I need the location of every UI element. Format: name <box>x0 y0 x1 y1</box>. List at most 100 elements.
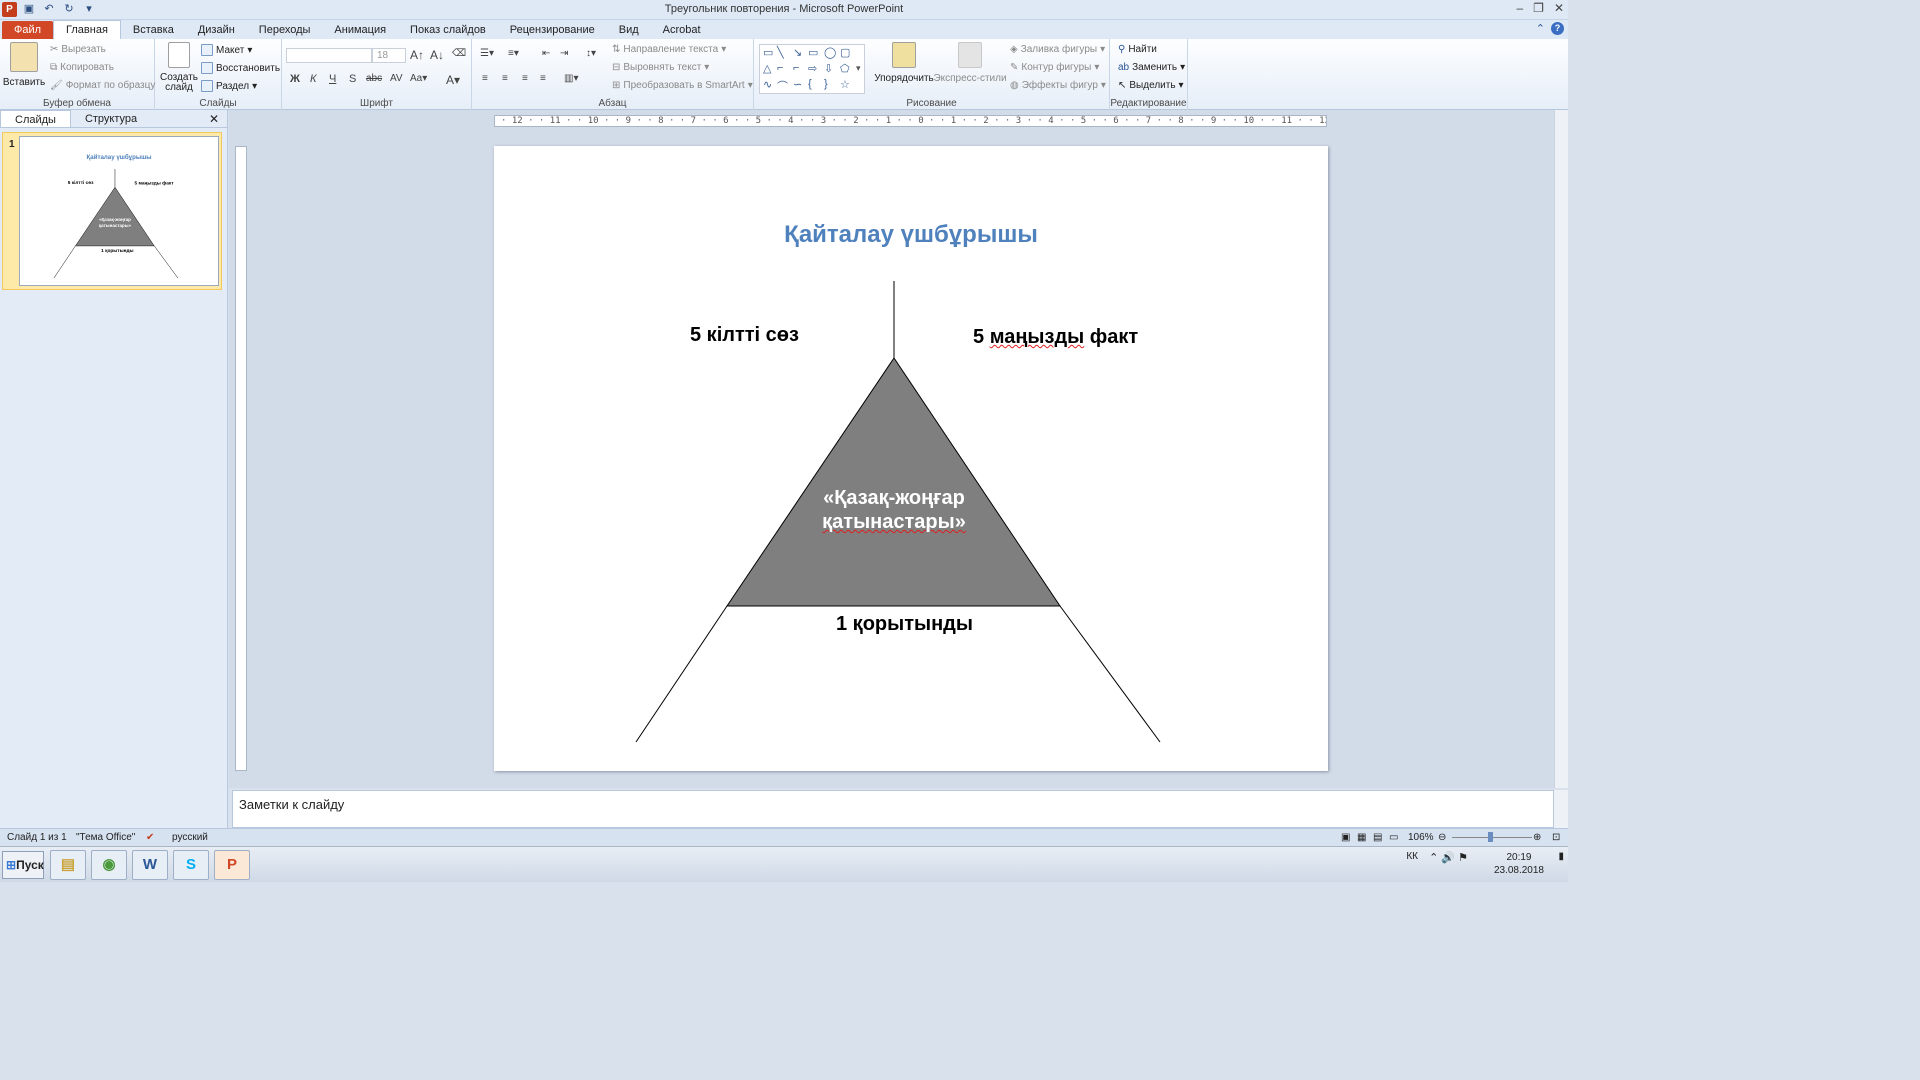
align-right-icon[interactable]: ≡ <box>522 73 528 84</box>
tab-slides[interactable]: Слайды <box>0 110 71 127</box>
slide-thumbnail-row[interactable]: 1 Қайталау үшбұрышы 5 кілтті сөз 5 маңыз… <box>2 132 222 290</box>
shape-fill-button[interactable]: ◈ Заливка фигуры ▾ <box>1010 44 1105 55</box>
language-indicator[interactable]: русский <box>172 832 208 843</box>
columns-icon[interactable]: ▥▾ <box>564 73 578 84</box>
normal-view-icon[interactable]: ▣ <box>1341 832 1350 843</box>
connector-icon[interactable]: ⌐ <box>793 62 799 74</box>
slide-notes-field[interactable]: Заметки к слайду <box>232 790 1554 828</box>
tab-acrobat[interactable]: Acrobat <box>651 21 713 39</box>
bullets-icon[interactable]: ☰▾ <box>480 48 494 59</box>
line-shape-icon[interactable]: ╲ <box>777 46 784 59</box>
new-slide-button[interactable]: Создать слайд <box>159 42 199 93</box>
clear-format-icon[interactable]: ⌫ <box>452 48 466 59</box>
chrome-taskbar-icon[interactable]: ◉ <box>91 850 127 880</box>
shape-outline-button[interactable]: ✎ Контур фигуры ▾ <box>1010 62 1099 73</box>
slide-canvas[interactable]: Қайталау үшбұрышы 5 кілтті сөз 5 маңызды… <box>494 146 1328 771</box>
tab-outline[interactable]: Структура <box>71 110 151 127</box>
font-color-icon[interactable]: A▾ <box>446 73 460 87</box>
slide-thumbnail[interactable]: Қайталау үшбұрышы 5 кілтті сөз 5 маңызды… <box>19 136 219 286</box>
freeform-shape-icon[interactable]: ⬠ <box>840 62 850 75</box>
spellcheck-icon[interactable]: ✔ <box>146 832 154 843</box>
zoom-level[interactable]: 106% <box>1408 832 1434 843</box>
bold-button[interactable]: Ж <box>290 73 300 85</box>
tray-icons[interactable]: ⌃ 🔊 ⚑ <box>1429 851 1468 864</box>
strikethrough-icon[interactable]: abc <box>366 73 382 84</box>
word-taskbar-icon[interactable]: W <box>132 850 168 880</box>
format-painter-button[interactable]: 🖌 Формат по образцу <box>50 80 155 91</box>
tab-view[interactable]: Вид <box>607 21 651 39</box>
curve-shape-icon[interactable]: ∿ <box>763 78 772 91</box>
reading-view-icon[interactable]: ▤ <box>1373 832 1382 843</box>
reset-button[interactable]: Восстановить <box>201 62 280 74</box>
zoom-slider-thumb[interactable] <box>1488 832 1493 842</box>
decrease-indent-icon[interactable]: ⇤ <box>542 48 550 59</box>
align-text-button[interactable]: ⊟ Выровнять текст ▾ <box>612 62 709 73</box>
change-case-icon[interactable]: Aa▾ <box>410 73 427 84</box>
repetition-triangle[interactable] <box>726 357 1061 607</box>
quick-styles-button[interactable]: Экспресс-стили <box>933 42 1007 84</box>
tab-file[interactable]: Файл <box>2 21 54 39</box>
underline-button[interactable]: Ч <box>329 73 336 85</box>
shrink-font-icon[interactable]: A↓ <box>430 48 444 62</box>
arrow-line-shape-icon[interactable]: ↘ <box>793 46 802 59</box>
minimize-ribbon-icon[interactable]: ⌃ <box>1536 22 1545 35</box>
tab-transitions[interactable]: Переходы <box>247 21 323 39</box>
triangle-topic-text[interactable]: «Қазақ-жоңғар қатынастары» <box>794 486 994 534</box>
right-base-line[interactable] <box>1059 605 1161 743</box>
triangle-shape-icon[interactable]: △ <box>763 62 771 75</box>
conclusion-label[interactable]: 1 қорытынды <box>836 613 973 636</box>
increase-indent-icon[interactable]: ⇥ <box>560 48 568 59</box>
show-desktop-icon[interactable]: ▮ <box>1558 851 1564 862</box>
horizontal-ruler[interactable]: · 12 · · 11 · · 10 · · 9 · · 8 · · 7 · ·… <box>494 115 1327 127</box>
keyboard-language[interactable]: КК <box>1406 851 1418 862</box>
paste-button[interactable]: Вставить <box>3 42 45 88</box>
minimize-icon[interactable]: – <box>1516 1 1523 15</box>
replace-button[interactable]: ab Заменить ▾ <box>1118 62 1185 73</box>
tab-slideshow[interactable]: Показ слайдов <box>398 21 498 39</box>
italic-button[interactable]: К <box>310 73 316 85</box>
font-size-box[interactable]: 18 <box>372 48 406 63</box>
gallery-more-icon[interactable]: ▾ <box>856 63 861 74</box>
theme-name[interactable]: "Тема Office" <box>76 832 135 843</box>
left-brace-shape-icon[interactable]: { <box>808 78 812 90</box>
start-button[interactable]: ⊞Пуск <box>2 851 44 879</box>
arrange-button[interactable]: Упорядочить <box>874 42 934 84</box>
arc-shape-icon[interactable]: ⌒ <box>777 78 788 94</box>
select-button[interactable]: ↖ Выделить ▾ <box>1118 80 1184 91</box>
section-button[interactable]: Раздел ▾ <box>201 80 257 92</box>
smartart-button[interactable]: ⊞ Преобразовать в SmartArt ▾ <box>612 80 753 91</box>
shape-effects-button[interactable]: ◍ Эффекты фигур ▾ <box>1010 80 1106 91</box>
slide-sorter-icon[interactable]: ▦ <box>1357 832 1366 843</box>
zoom-out-icon[interactable]: ⊖ <box>1438 832 1446 843</box>
tab-review[interactable]: Рецензирование <box>498 21 607 39</box>
tab-animations[interactable]: Анимация <box>322 21 398 39</box>
justify-icon[interactable]: ≡ <box>540 73 546 84</box>
notes-scrollbar[interactable] <box>1554 790 1568 828</box>
elbow-connector-icon[interactable]: ⌐ <box>777 62 783 74</box>
close-icon[interactable]: ✕ <box>1554 1 1564 15</box>
grow-font-icon[interactable]: A↑ <box>410 48 424 62</box>
powerpoint-taskbar-icon[interactable]: P <box>214 850 250 880</box>
align-left-icon[interactable]: ≡ <box>482 73 488 84</box>
help-icon[interactable]: ? <box>1551 22 1564 35</box>
right-brace-shape-icon[interactable]: } <box>824 78 828 90</box>
oval-shape-icon[interactable]: ◯ <box>824 46 836 59</box>
skype-taskbar-icon[interactable]: S <box>173 850 209 880</box>
shapes-gallery[interactable]: ▭ ╲ ↘ ▭ ◯ ▢ △ ⌐ ⌐ ⇨ ⇩ ⬠ ∿ ⌒ ∽ { } ☆ ▾ <box>759 44 865 94</box>
textbox-shape-icon[interactable]: ▭ <box>763 46 773 59</box>
layout-button[interactable]: Макет ▾ <box>201 44 252 56</box>
text-direction-button[interactable]: ⇅ Направление текста ▾ <box>612 44 726 55</box>
important-facts-label[interactable]: 5 маңызды факт <box>973 326 1138 349</box>
system-clock[interactable]: 20:19 23.08.2018 <box>1494 851 1544 877</box>
align-center-icon[interactable]: ≡ <box>502 73 508 84</box>
spacing-icon[interactable]: AV <box>390 73 403 84</box>
scribble-shape-icon[interactable]: ∽ <box>793 78 802 91</box>
key-words-label[interactable]: 5 кілтті сөз <box>690 324 799 347</box>
tab-home[interactable]: Главная <box>53 20 121 39</box>
restore-icon[interactable]: ❐ <box>1533 1 1544 15</box>
tab-insert[interactable]: Вставка <box>121 21 186 39</box>
cut-button[interactable]: ✂ Вырезать <box>50 44 106 55</box>
rectangle-shape-icon[interactable]: ▭ <box>808 46 818 59</box>
vertical-ruler[interactable] <box>235 146 247 771</box>
copy-button[interactable]: ⧉ Копировать <box>50 62 114 73</box>
